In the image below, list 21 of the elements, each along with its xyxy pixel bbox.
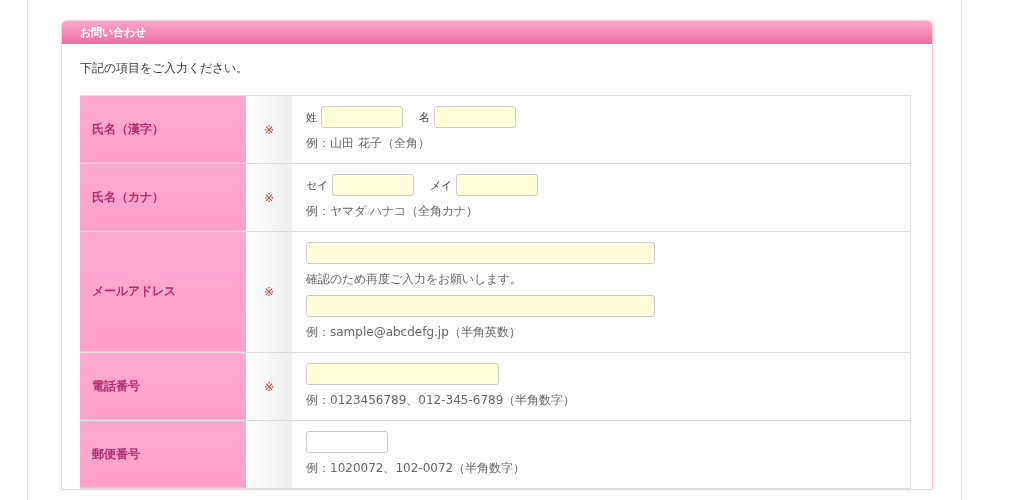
input-prefix: メイ (430, 177, 452, 193)
field-label: 電話番号 (80, 353, 246, 420)
required-mark: ※ (263, 190, 275, 205)
confirm-note: 確認のため再度ご入力をお願いします。 (306, 271, 523, 288)
required-mark: ※ (263, 122, 275, 137)
intro-text: 下記の項目をご入力ください。 (80, 60, 249, 77)
input-prefix: セイ (306, 177, 328, 193)
example-hint: 例：sample@abcdefg.jp（半角英数） (306, 324, 522, 341)
example-hint: 例：山田 花子（全角） (306, 135, 431, 152)
panel-title: お問い合わせ (62, 21, 932, 44)
input-prefix: 名 (419, 109, 430, 125)
example-hint: 例：0123456789、012-345-6789（半角数字） (306, 392, 577, 409)
field-label: 氏名（カナ） (80, 164, 246, 231)
field-label: メールアドレス (80, 232, 246, 352)
field-label: 郵便番号 (80, 421, 246, 488)
required-mark: ※ (263, 285, 275, 299)
example-hint: 例：ヤマダ ハナコ（全角カナ） (306, 203, 479, 220)
required-mark: ※ (263, 379, 275, 394)
field-label: 氏名（漢字） (80, 96, 246, 163)
example-hint: 例：1020072、102-0072（半角数字） (306, 460, 527, 477)
input-prefix: 姓 (306, 109, 317, 125)
